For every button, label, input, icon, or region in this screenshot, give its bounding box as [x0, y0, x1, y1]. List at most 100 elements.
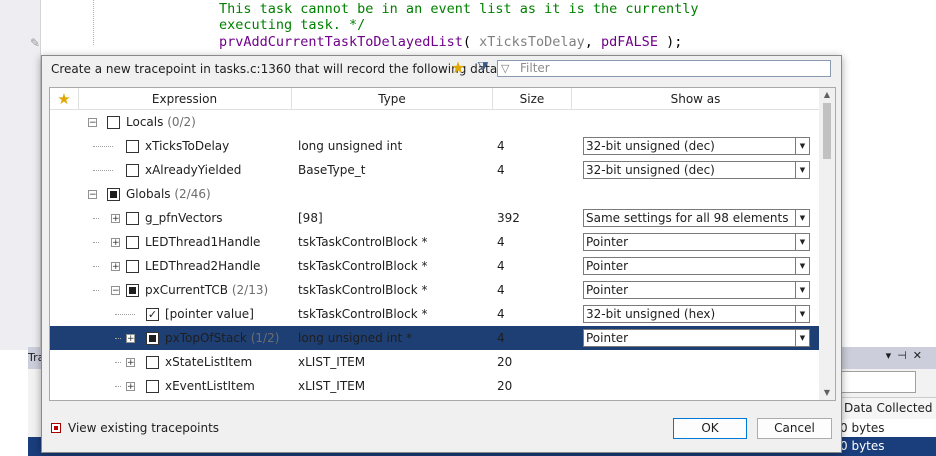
show-as-dropdown[interactable]: Pointer ▼	[583, 281, 810, 299]
favorites-column-header[interactable]: ★	[50, 88, 78, 110]
code-line[interactable]: This task cannot be in an event list as …	[219, 1, 699, 17]
dropdown-arrow-icon[interactable]: ▼	[795, 282, 809, 298]
code-token: );	[657, 34, 683, 50]
type-column-header[interactable]: Type	[292, 88, 492, 110]
dropdown-arrow-icon[interactable]: ▼	[795, 138, 809, 154]
expand-icon[interactable]: +	[126, 358, 135, 368]
expression-name: [pointer value]	[165, 302, 254, 326]
show-as-dropdown[interactable]: 32-bit unsigned (dec) ▼	[583, 137, 810, 155]
expression-name: xAlreadyYielded	[145, 158, 241, 182]
expand-icon[interactable]: +	[126, 382, 135, 392]
selection-count: (1/2)	[250, 331, 280, 345]
dropdown-arrow-icon[interactable]: ▼	[795, 330, 809, 346]
size-cell: 20	[497, 355, 513, 369]
expand-icon[interactable]: +	[111, 262, 120, 272]
tree-guide	[93, 242, 99, 243]
include-checkbox[interactable]	[107, 188, 120, 201]
dropdown-arrow-icon[interactable]: ▼	[795, 234, 809, 250]
dropdown-arrow-icon[interactable]: ▼	[795, 306, 809, 322]
dropdown-arrow-icon[interactable]: ▼	[795, 162, 809, 178]
type-cell: [98]	[298, 211, 323, 225]
scroll-down-icon[interactable]: ▼	[819, 386, 835, 400]
column-divider[interactable]	[492, 88, 493, 110]
scroll-thumb[interactable]	[823, 103, 831, 159]
show-as-column-header[interactable]: Show as	[572, 88, 819, 110]
data-collected-header[interactable]: Data Collected	[840, 397, 936, 419]
expand-icon[interactable]: +	[111, 214, 120, 224]
type-cell: xLIST_ITEM	[298, 379, 366, 393]
include-checkbox[interactable]	[126, 236, 139, 249]
collapse-icon[interactable]: −	[88, 190, 97, 200]
dropdown-arrow-icon[interactable]: ▼	[795, 210, 809, 226]
size-column-header[interactable]: Size	[493, 88, 571, 110]
code-line[interactable]: prvAddCurrentTaskToDelayedList( xTicksTo…	[219, 34, 682, 50]
show-as-value: Pointer	[586, 259, 629, 273]
expand-icon[interactable]: +	[126, 334, 135, 344]
expression-name: xStateListItem	[165, 350, 252, 374]
include-checkbox[interactable]	[107, 116, 120, 129]
code-token: (	[462, 34, 480, 50]
include-checkbox[interactable]	[146, 332, 159, 345]
collapse-icon[interactable]: −	[111, 286, 120, 296]
size-cell: 4	[497, 283, 505, 297]
type-cell: xLIST_ITEM	[298, 355, 366, 369]
code-token: executing task. */	[219, 17, 366, 33]
column-divider[interactable]	[571, 88, 572, 110]
show-as-dropdown[interactable]: Pointer ▼	[583, 329, 810, 347]
show-as-dropdown[interactable]: 32-bit unsigned (hex) ▼	[583, 305, 810, 323]
size-cell: 4	[497, 163, 505, 177]
expression-label: xTicksToDelay	[145, 139, 230, 153]
dialog-prompt: Create a new tracepoint in tasks.c:1360 …	[51, 62, 502, 76]
ok-button[interactable]: OK	[673, 418, 747, 439]
expression-label: LEDThread1Handle	[145, 235, 261, 249]
selection-count: (2/46)	[174, 187, 211, 201]
show-as-dropdown[interactable]: Same settings for all 98 elements ▼	[583, 209, 810, 227]
include-checkbox[interactable]	[126, 212, 139, 225]
expression-label: g_pfnVectors	[145, 211, 223, 225]
include-checkbox[interactable]	[126, 164, 139, 177]
view-tracepoints-link[interactable]: View existing tracepoints	[68, 420, 219, 437]
include-checkbox[interactable]	[126, 140, 139, 153]
show-as-dropdown[interactable]: Pointer ▼	[583, 257, 810, 275]
include-checkbox[interactable]	[146, 356, 159, 369]
expression-column-header[interactable]: Expression	[78, 88, 291, 110]
tree-guide	[93, 266, 99, 267]
expression-label: LEDThread2Handle	[145, 259, 261, 273]
expression-name: Globals (2/46)	[126, 182, 211, 206]
expand-icon[interactable]: +	[111, 238, 120, 248]
show-as-value: Pointer	[586, 283, 629, 297]
type-cell: tskTaskControlBlock *	[298, 235, 428, 249]
code-token: prvAddCurrentTaskToDelayedList	[219, 34, 463, 50]
star-icon[interactable]: ★	[449, 59, 467, 77]
expression-name: LEDThread1Handle	[145, 230, 260, 254]
code-token: pdFALSE	[601, 34, 658, 50]
column-divider[interactable]	[291, 88, 292, 110]
code-line[interactable]: executing task. */	[219, 17, 365, 33]
selection-count: (2/13)	[231, 283, 269, 297]
tree-guide	[115, 386, 121, 387]
expression-label: xAlreadyYielded	[145, 163, 242, 177]
filter-toggle-icon[interactable]: ⧩	[474, 59, 492, 77]
include-checkbox[interactable]	[126, 284, 139, 297]
dropdown-arrow-icon[interactable]: ▼	[795, 258, 809, 274]
include-checkbox[interactable]	[126, 260, 139, 273]
scroll-up-icon[interactable]: ▲	[819, 88, 835, 102]
size-cell: 4	[497, 235, 505, 249]
type-cell: BaseType_t	[298, 163, 366, 177]
include-checkbox[interactable]: ✓	[146, 308, 159, 321]
tool-window-search-input[interactable]	[838, 371, 916, 393]
show-as-dropdown[interactable]: Pointer ▼	[583, 233, 810, 251]
show-as-value: 32-bit unsigned (dec)	[586, 163, 715, 177]
window-controls-icon[interactable]: ▾⊣✕	[886, 349, 928, 362]
include-checkbox[interactable]	[146, 380, 159, 393]
expression-label: xStateListItem	[165, 355, 253, 369]
show-as-dropdown[interactable]: 32-bit unsigned (dec) ▼	[583, 161, 810, 179]
cancel-button[interactable]: Cancel	[757, 418, 832, 439]
expression-label: [pointer value]	[165, 307, 254, 321]
column-divider[interactable]	[78, 88, 79, 110]
expression-label: pxCurrentTCB	[145, 283, 229, 297]
type-cell: long unsigned int *	[298, 331, 413, 345]
collapse-icon[interactable]: −	[88, 118, 97, 128]
size-cell: 4	[497, 259, 505, 273]
expression-name: Locals (0/2)	[126, 110, 196, 134]
